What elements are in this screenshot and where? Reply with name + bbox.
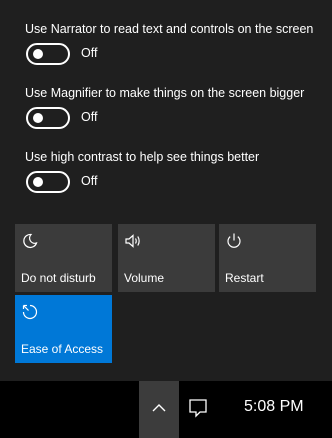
toggle-knob	[33, 49, 43, 59]
speaker-icon	[124, 232, 142, 250]
accessibility-flyout: Use Narrator to read text and controls o…	[0, 0, 332, 381]
volume-tile[interactable]: Volume	[118, 224, 215, 292]
high-contrast-state: Off	[81, 174, 98, 188]
narrator-label: Use Narrator to read text and controls o…	[25, 22, 314, 36]
ease-of-access-tile[interactable]: Ease of Access	[15, 295, 112, 363]
magnifier-setting: Use Magnifier to make things on the scre…	[25, 86, 304, 129]
high-contrast-toggle-row: Off	[25, 171, 259, 193]
restart-label: Restart	[225, 271, 264, 285]
action-center-button[interactable]	[187, 397, 209, 419]
high-contrast-setting: Use high contrast to help see things bet…	[25, 150, 259, 193]
restart-tile[interactable]: Restart	[219, 224, 316, 292]
power-icon	[225, 232, 243, 250]
toggle-knob	[33, 113, 43, 123]
narrator-toggle[interactable]	[26, 43, 70, 65]
taskbar: 5:08 PM	[0, 381, 332, 438]
magnifier-toggle-row: Off	[25, 107, 304, 129]
high-contrast-toggle[interactable]	[26, 171, 70, 193]
do-not-disturb-label: Do not disturb	[21, 271, 96, 285]
narrator-state: Off	[81, 46, 98, 60]
show-hidden-icons-button[interactable]	[139, 381, 179, 438]
chevron-up-icon	[152, 404, 166, 412]
volume-label: Volume	[124, 271, 165, 285]
toggle-knob	[33, 177, 43, 187]
narrator-setting: Use Narrator to read text and controls o…	[25, 22, 313, 65]
do-not-disturb-tile[interactable]: Do not disturb	[15, 224, 112, 292]
action-center-icon	[189, 399, 207, 418]
high-contrast-label: Use high contrast to help see things bet…	[25, 150, 260, 164]
moon-icon	[21, 232, 39, 250]
ease-of-access-label: Ease of Access	[21, 342, 104, 356]
magnifier-toggle[interactable]	[26, 107, 70, 129]
clock-time[interactable]: 5:08 PM	[244, 398, 304, 416]
magnifier-state: Off	[81, 110, 98, 124]
magnifier-label: Use Magnifier to make things on the scre…	[25, 86, 305, 100]
narrator-toggle-row: Off	[25, 43, 313, 65]
ease-of-access-icon	[21, 303, 39, 321]
